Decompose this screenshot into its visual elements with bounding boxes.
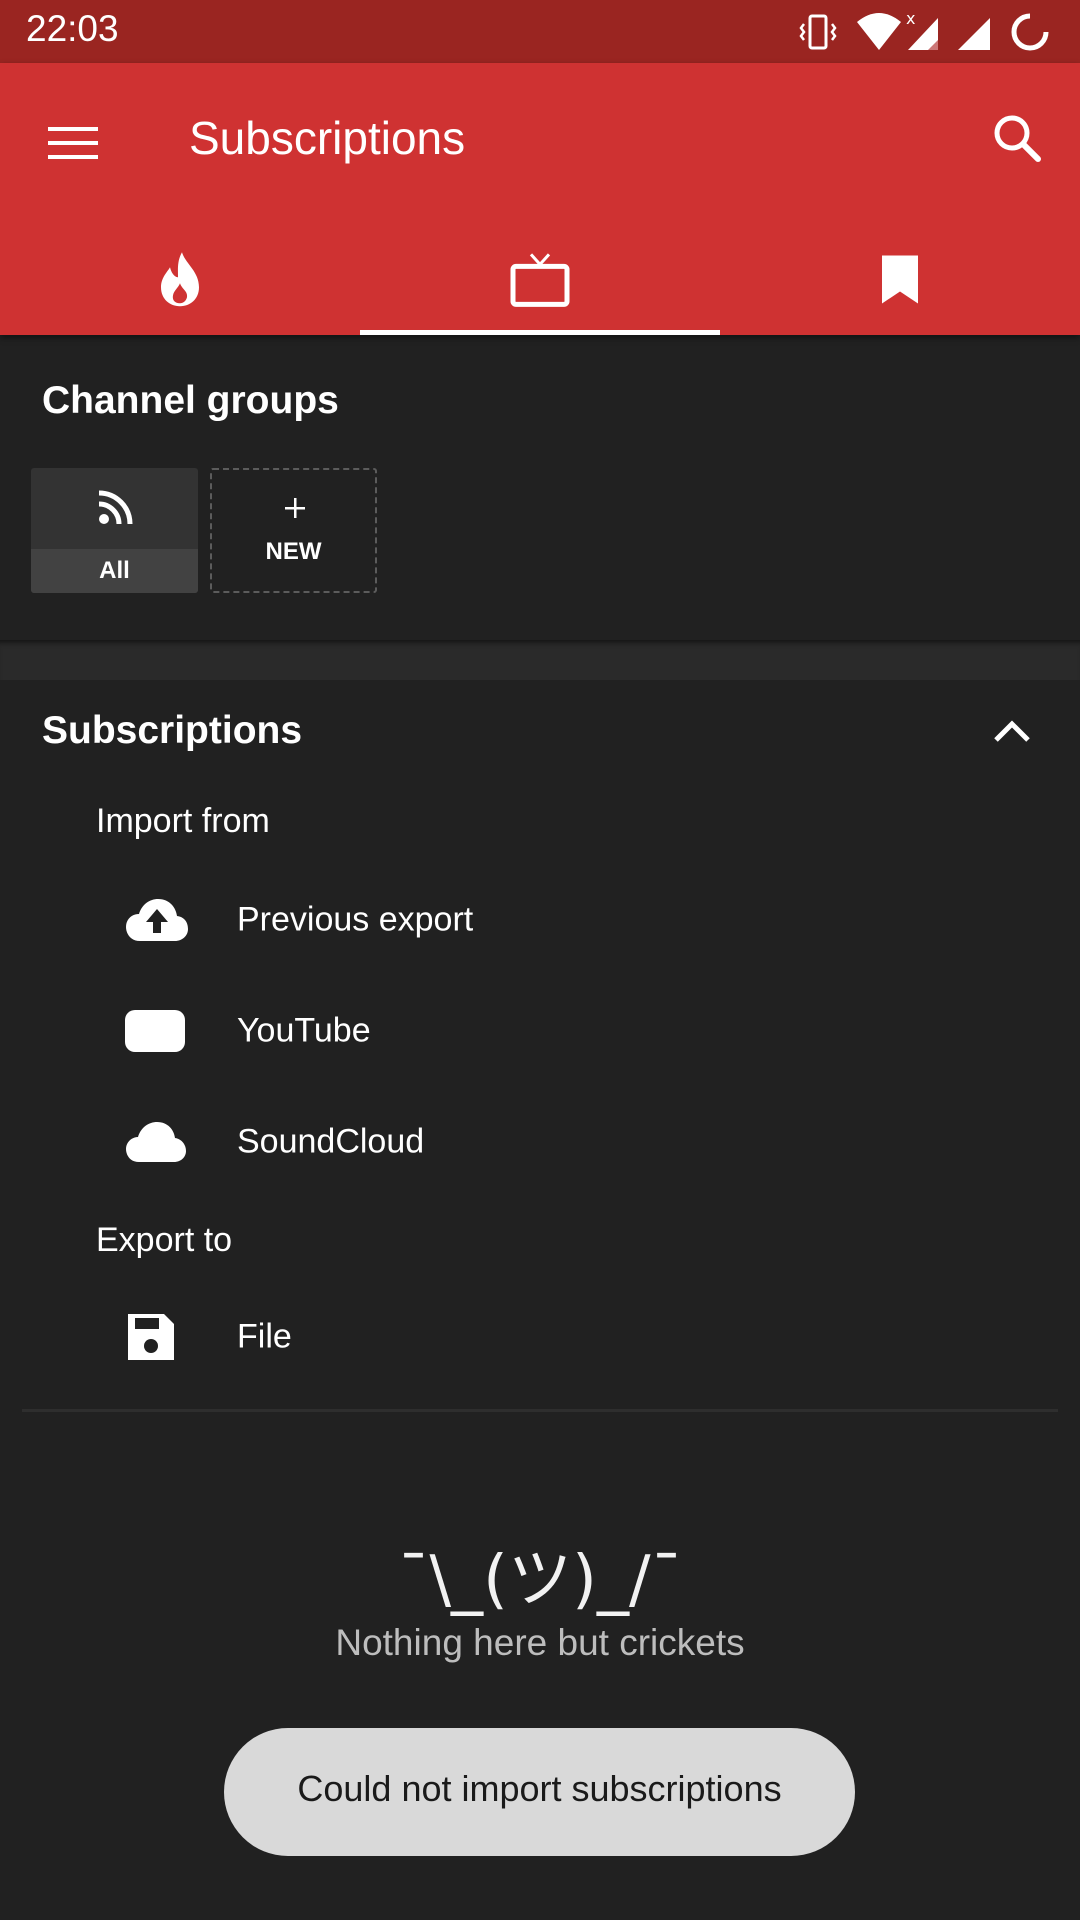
collapse-button[interactable] (980, 706, 1044, 756)
import-previous-export-label: Previous export (237, 900, 474, 939)
menu-button[interactable] (36, 111, 108, 171)
list-divider (22, 1409, 1058, 1412)
search-icon (994, 115, 1041, 162)
cloud-upload-icon (126, 899, 188, 941)
status-time: 22:03 (26, 8, 119, 49)
import-soundcloud[interactable]: SoundCloud (0, 1092, 1080, 1192)
tab-trending[interactable] (0, 233, 360, 335)
new-group-button[interactable]: NEW (210, 468, 377, 593)
wifi-icon (857, 13, 901, 50)
chevron-up-icon (994, 720, 1030, 742)
import-soundcloud-label: SoundCloud (237, 1122, 425, 1161)
import-youtube[interactable]: YouTube (0, 981, 1080, 1081)
sync-icon (1011, 13, 1049, 51)
tv-subscriptions-icon (510, 253, 570, 307)
toast: Could not import subscriptions (224, 1728, 855, 1856)
group-label-all: All (99, 557, 130, 584)
export-file[interactable]: File (0, 1287, 1080, 1387)
import-youtube-label: YouTube (237, 1011, 371, 1050)
empty-state-emoticon: ¯\_(ツ)_/¯ (397, 1543, 683, 1617)
hamburger-menu-icon (48, 127, 98, 159)
import-from-label: Import from (96, 802, 270, 840)
search-button[interactable] (982, 103, 1054, 175)
channel-group-all[interactable]: All (31, 468, 198, 593)
cloud-icon (126, 1122, 186, 1162)
vibrate-icon (799, 14, 837, 50)
tab-bookmarks[interactable] (720, 233, 1080, 335)
svg-text:x: x (906, 10, 915, 28)
status-bar: 22:03 x (0, 0, 1080, 63)
page-title: Subscriptions (189, 112, 466, 164)
plus-icon (285, 498, 305, 518)
tab-subscriptions[interactable] (360, 233, 720, 335)
import-previous-export[interactable]: Previous export (0, 870, 1080, 970)
status-icons: x (798, 10, 1058, 54)
section-divider (0, 640, 1080, 680)
subscriptions-title: Subscriptions (42, 709, 303, 752)
youtube-icon (125, 1010, 185, 1052)
signal-icon: x (906, 10, 938, 50)
channel-groups-title: Channel groups (42, 379, 339, 422)
floppy-save-icon (128, 1314, 174, 1360)
rss-feed-icon (98, 490, 133, 525)
toast-message: Could not import subscriptions (297, 1768, 782, 1809)
export-file-label: File (237, 1317, 292, 1356)
empty-state-message: Nothing here but crickets (335, 1622, 745, 1663)
export-to-label: Export to (96, 1221, 233, 1259)
bookmark-icon (882, 255, 918, 304)
fire-trending-icon (161, 252, 199, 307)
signal-icon (958, 18, 990, 50)
tab-indicator (360, 330, 720, 335)
app-bar: Subscriptions (0, 63, 1080, 335)
group-label-new: NEW (265, 538, 322, 565)
